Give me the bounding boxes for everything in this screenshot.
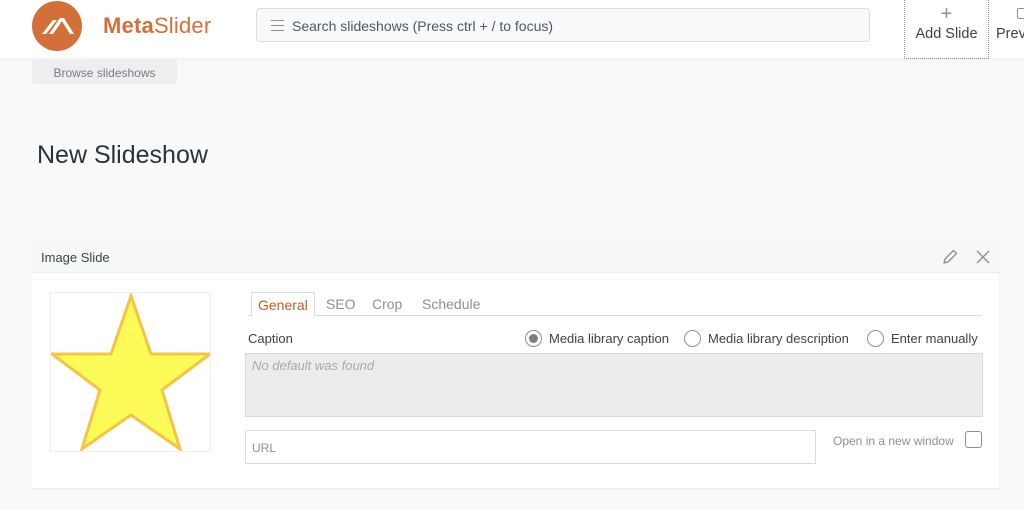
preview-icon (1017, 8, 1024, 19)
caption-placeholder: No default was found (252, 358, 375, 373)
add-slide-label: Add Slide (915, 26, 978, 42)
caption-textarea[interactable]: No default was found (245, 353, 983, 417)
search-placeholder: Search slideshows (Press ctrl + / to foc… (292, 18, 554, 34)
radio-label: Media library caption (549, 331, 669, 346)
add-slide-button[interactable]: + Add Slide (904, 0, 989, 59)
search-input[interactable]: Search slideshows (Press ctrl + / to foc… (256, 8, 870, 42)
radio-circle[interactable] (867, 330, 884, 347)
metaslider-logo[interactable] (32, 1, 82, 51)
browse-slideshows-button[interactable]: Browse slideshows (32, 60, 177, 84)
radio-circle[interactable] (525, 330, 542, 347)
preview-label: Preview (996, 26, 1024, 42)
star-image (47, 291, 215, 453)
brand-name: MetaSlider (103, 13, 211, 39)
brand-name-bold: Meta (103, 13, 154, 38)
url-placeholder: URL (252, 441, 277, 455)
panel-header: Image Slide (32, 241, 999, 273)
close-icon[interactable] (974, 248, 992, 266)
menu-icon (271, 20, 284, 31)
caption-label: Caption (248, 331, 293, 346)
slide-thumbnail[interactable] (47, 291, 215, 453)
logo-mountain-icon (42, 18, 74, 34)
radio-label: Enter manually (891, 331, 978, 346)
tab-crop[interactable]: Crop (372, 292, 402, 316)
panel-title: Image Slide (41, 250, 110, 265)
tab-seo[interactable]: SEO (326, 292, 356, 316)
image-slide-panel: Image Slide General SEO Crop Schedule Ca… (32, 241, 999, 488)
radio-circle[interactable] (684, 330, 701, 347)
brand-name-light: Slider (153, 13, 212, 38)
tab-schedule[interactable]: Schedule (422, 292, 480, 316)
preview-button[interactable]: Preview (996, 0, 1024, 58)
radio-selected-dot (529, 334, 538, 343)
radio-label: Media library description (708, 331, 849, 346)
open-new-window-checkbox[interactable] (965, 431, 982, 448)
top-bar: MetaSlider Search slideshows (Press ctrl… (0, 0, 1024, 59)
pencil-icon[interactable] (941, 248, 959, 266)
open-new-window-label: Open in a new window (833, 434, 954, 448)
plus-icon: + (940, 3, 953, 25)
tab-general[interactable]: General (251, 292, 315, 317)
slide-tabs: General SEO Crop Schedule (248, 292, 982, 317)
page-title[interactable]: New Slideshow (37, 141, 208, 170)
url-input[interactable]: URL (245, 430, 816, 464)
